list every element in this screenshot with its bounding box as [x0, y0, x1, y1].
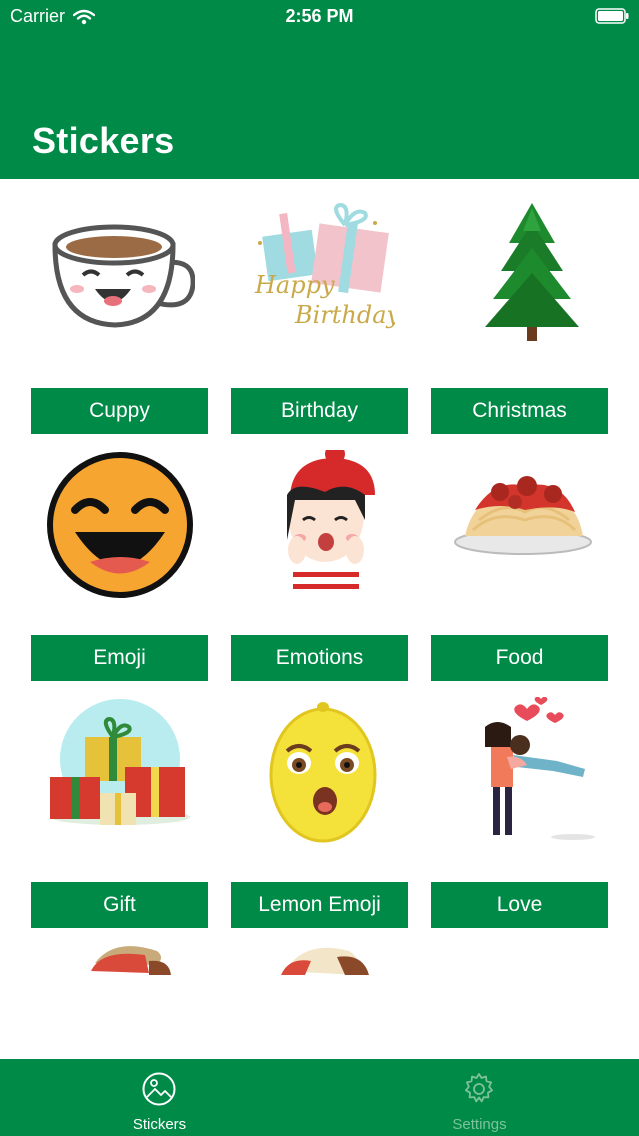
smiley-emoji-sticker-icon — [47, 452, 193, 598]
tab-settings[interactable]: Settings — [320, 1059, 639, 1136]
sticker-pack-label: Christmas — [431, 388, 608, 434]
cup-sticker-icon — [52, 224, 195, 328]
sticker-pack-partial-2[interactable] — [231, 941, 408, 975]
status-time: 2:56 PM — [285, 6, 354, 26]
spaghetti-sticker-icon — [454, 476, 592, 555]
battery-icon — [595, 8, 629, 24]
status-bar: Carrier 2:56 PM — [0, 0, 639, 34]
sticker-pack-label: Emoji — [31, 635, 208, 681]
boy-cap-sticker-icon — [91, 946, 171, 975]
boy-cap-sticker-icon — [281, 947, 369, 975]
gear-icon — [465, 1073, 493, 1103]
christmas-tree-sticker-icon — [485, 203, 579, 341]
page-title: Stickers — [32, 120, 175, 161]
sticker-pack-label: Birthday — [231, 388, 408, 434]
sticker-pack-label: Food — [431, 635, 608, 681]
sticker-pack-label: Lemon Emoji — [231, 882, 408, 928]
girl-emotions-sticker-icon — [286, 450, 375, 600]
couple-love-sticker-icon — [485, 697, 595, 840]
sticker-grid[interactable]: Cuppy Happy Birthday Birthday Christmas — [0, 179, 639, 1059]
sticker-pack-label: Gift — [31, 882, 208, 928]
svg-text:Happy: Happy — [254, 271, 335, 299]
sticker-pack-partial-1[interactable] — [31, 941, 208, 975]
sticker-pack-label: Love — [431, 882, 608, 928]
stickers-tab-icon — [142, 1072, 176, 1106]
tab-label: Stickers — [132, 1116, 187, 1133]
sticker-pack-label: Emotions — [231, 635, 408, 681]
navigation-header: Carrier 2:56 PM Stickers — [0, 0, 639, 179]
tab-stickers[interactable]: Stickers — [0, 1059, 319, 1136]
tab-label: Settings — [452, 1116, 507, 1133]
birthday-gift-sticker-icon: Happy Birthday — [254, 203, 395, 329]
tab-bar: Stickers Settings — [0, 1059, 639, 1136]
sticker-pack-label: Cuppy — [31, 388, 208, 434]
svg-text:Birthday: Birthday — [294, 301, 395, 329]
gift-boxes-sticker-icon — [50, 699, 190, 825]
lemon-emoji-sticker-icon — [269, 702, 377, 843]
